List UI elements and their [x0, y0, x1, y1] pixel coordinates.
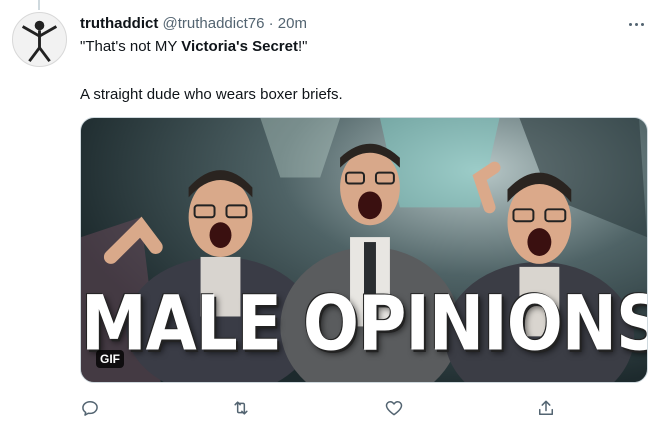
avatar-figure-icon	[21, 20, 58, 63]
share-icon	[539, 400, 553, 415]
like-icon	[385, 401, 403, 416]
display-name[interactable]: truthaddict	[80, 15, 158, 32]
retweet-button[interactable]	[231, 398, 253, 420]
reply-button[interactable]	[80, 398, 102, 420]
gif-media[interactable]: MALE OPINIONS GIF	[80, 117, 648, 383]
avatar[interactable]	[12, 12, 67, 67]
tweet-text-bold: Victoria's Secret	[181, 38, 298, 55]
retweet-icon	[234, 401, 248, 415]
user-handle[interactable]: @truthaddict76	[163, 15, 265, 32]
reply-icon	[82, 401, 98, 416]
tweet-text-pre: "That's not MY	[80, 38, 182, 55]
more-options-icon[interactable]	[625, 14, 647, 34]
tweet-text-line-2: A straight dude who wears boxer briefs.	[80, 86, 343, 103]
tweet-text-line-1: "That's not MY Victoria's Secret!"	[80, 37, 308, 57]
share-button[interactable]	[536, 398, 558, 420]
timestamp[interactable]: 20m	[278, 15, 307, 32]
like-button[interactable]	[384, 398, 406, 420]
gif-caption-text: MALE OPINIONS	[81, 279, 648, 368]
gif-badge: GIF	[96, 350, 124, 368]
thread-connector-line	[38, 0, 40, 10]
separator-dot: ·	[268, 15, 274, 32]
tweet-actions-bar	[80, 398, 560, 420]
tweet-header: truthaddict @truthaddict76 · 20m	[80, 14, 619, 34]
tweet-text-post: !"	[298, 38, 308, 55]
